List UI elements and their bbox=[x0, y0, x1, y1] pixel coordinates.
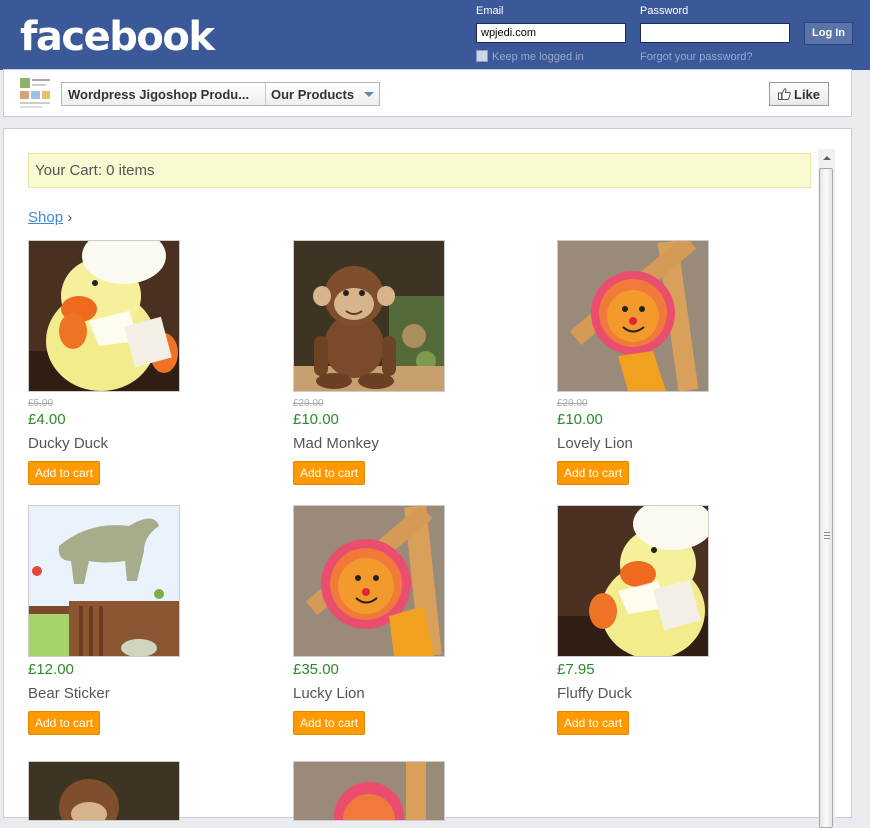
vertical-scrollbar[interactable] bbox=[818, 149, 835, 828]
like-label: Like bbox=[794, 87, 821, 102]
product-price: £12.00 bbox=[28, 661, 74, 678]
thumbs-up-icon bbox=[778, 88, 791, 100]
add-to-cart-button[interactable]: Add to cart bbox=[293, 461, 366, 485]
product-card: £5.00 £4.00 Ducky Duck Add to cart bbox=[28, 240, 228, 490]
product-card: £12.00 Bear Sticker Add to cart bbox=[28, 505, 228, 745]
product-image-monkey[interactable] bbox=[28, 761, 180, 821]
like-button[interactable]: Like bbox=[769, 82, 829, 106]
add-to-cart-button[interactable]: Add to cart bbox=[28, 461, 101, 485]
add-to-cart-button[interactable]: Add to cart bbox=[293, 711, 366, 735]
forgot-password-link[interactable]: Forgot your password? bbox=[640, 51, 753, 63]
page-breadcrumb: Wordpress Jigoshop Produ... Our Products bbox=[61, 82, 380, 106]
page-nav-bar: Wordpress Jigoshop Produ... Our Products… bbox=[3, 69, 852, 117]
password-label: Password bbox=[640, 5, 689, 17]
add-to-cart-button[interactable]: Add to cart bbox=[28, 711, 101, 735]
page-name-link[interactable]: Wordpress Jigoshop Produ... bbox=[68, 87, 258, 102]
product-card: £35.00 Lucky Lion Add to cart bbox=[293, 505, 493, 745]
product-card: £20.00 £10.00 Lovely Lion Add to cart bbox=[557, 240, 757, 490]
product-card: £7.95 Fluffy Duck Add to cart bbox=[557, 505, 757, 745]
shop-link[interactable]: Shop bbox=[28, 209, 63, 226]
product-old-price: £20.00 bbox=[557, 398, 588, 409]
product-card bbox=[28, 761, 228, 821]
product-old-price: £5.00 bbox=[28, 398, 54, 409]
breadcrumb: Shop › bbox=[28, 209, 72, 226]
product-name[interactable]: Fluffy Duck bbox=[557, 685, 632, 702]
keep-logged-in[interactable]: Keep me logged in bbox=[476, 50, 584, 63]
product-image-lion[interactable] bbox=[293, 761, 445, 821]
product-name[interactable]: Mad Monkey bbox=[293, 435, 379, 452]
page-thumbnail[interactable] bbox=[18, 76, 52, 110]
product-old-price: £20.00 bbox=[293, 398, 324, 409]
product-name[interactable]: Bear Sticker bbox=[28, 685, 110, 702]
email-field[interactable]: wpjedi.com bbox=[476, 23, 626, 43]
product-image-lion[interactable] bbox=[293, 505, 445, 657]
product-card: £20.00 £10.00 Mad Monkey Add to cart bbox=[293, 240, 493, 490]
product-price: £7.95 bbox=[557, 661, 595, 678]
product-name[interactable]: Lucky Lion bbox=[293, 685, 365, 702]
add-to-cart-button[interactable]: Add to cart bbox=[557, 711, 630, 735]
product-image-bear-sticker[interactable] bbox=[28, 505, 180, 657]
scrollbar-thumb[interactable] bbox=[819, 168, 833, 828]
product-price: £35.00 bbox=[293, 661, 339, 678]
facebook-header: facebook Email wpjedi.com Password Log I… bbox=[0, 0, 870, 70]
cart-summary: Your Cart: 0 items bbox=[28, 153, 811, 188]
product-card bbox=[293, 761, 493, 821]
breadcrumb-separator: › bbox=[67, 209, 73, 226]
product-image-duck[interactable] bbox=[28, 240, 180, 392]
section-dropdown[interactable]: Our Products bbox=[271, 87, 354, 102]
product-name[interactable]: Lovely Lion bbox=[557, 435, 633, 452]
breadcrumb-divider bbox=[265, 83, 266, 105]
chevron-down-icon[interactable] bbox=[364, 92, 374, 97]
email-label: Email bbox=[476, 5, 504, 17]
product-image-duck[interactable] bbox=[557, 505, 709, 657]
login-button[interactable]: Log In bbox=[804, 22, 853, 45]
product-name[interactable]: Ducky Duck bbox=[28, 435, 108, 452]
product-price: £10.00 bbox=[293, 411, 339, 428]
scroll-up-arrow[interactable] bbox=[818, 149, 835, 166]
product-price: £4.00 bbox=[28, 411, 66, 428]
facebook-logo[interactable]: facebook bbox=[20, 12, 215, 62]
shop-panel: Your Cart: 0 items Shop › £5.00 £4.00 Du… bbox=[3, 128, 852, 828]
product-image-lion[interactable] bbox=[557, 240, 709, 392]
product-image-monkey[interactable] bbox=[293, 240, 445, 392]
keep-logged-in-label: Keep me logged in bbox=[492, 51, 584, 63]
product-price: £10.00 bbox=[557, 411, 603, 428]
password-field[interactable] bbox=[640, 23, 790, 43]
add-to-cart-button[interactable]: Add to cart bbox=[557, 461, 630, 485]
keep-logged-in-checkbox[interactable] bbox=[476, 50, 488, 62]
